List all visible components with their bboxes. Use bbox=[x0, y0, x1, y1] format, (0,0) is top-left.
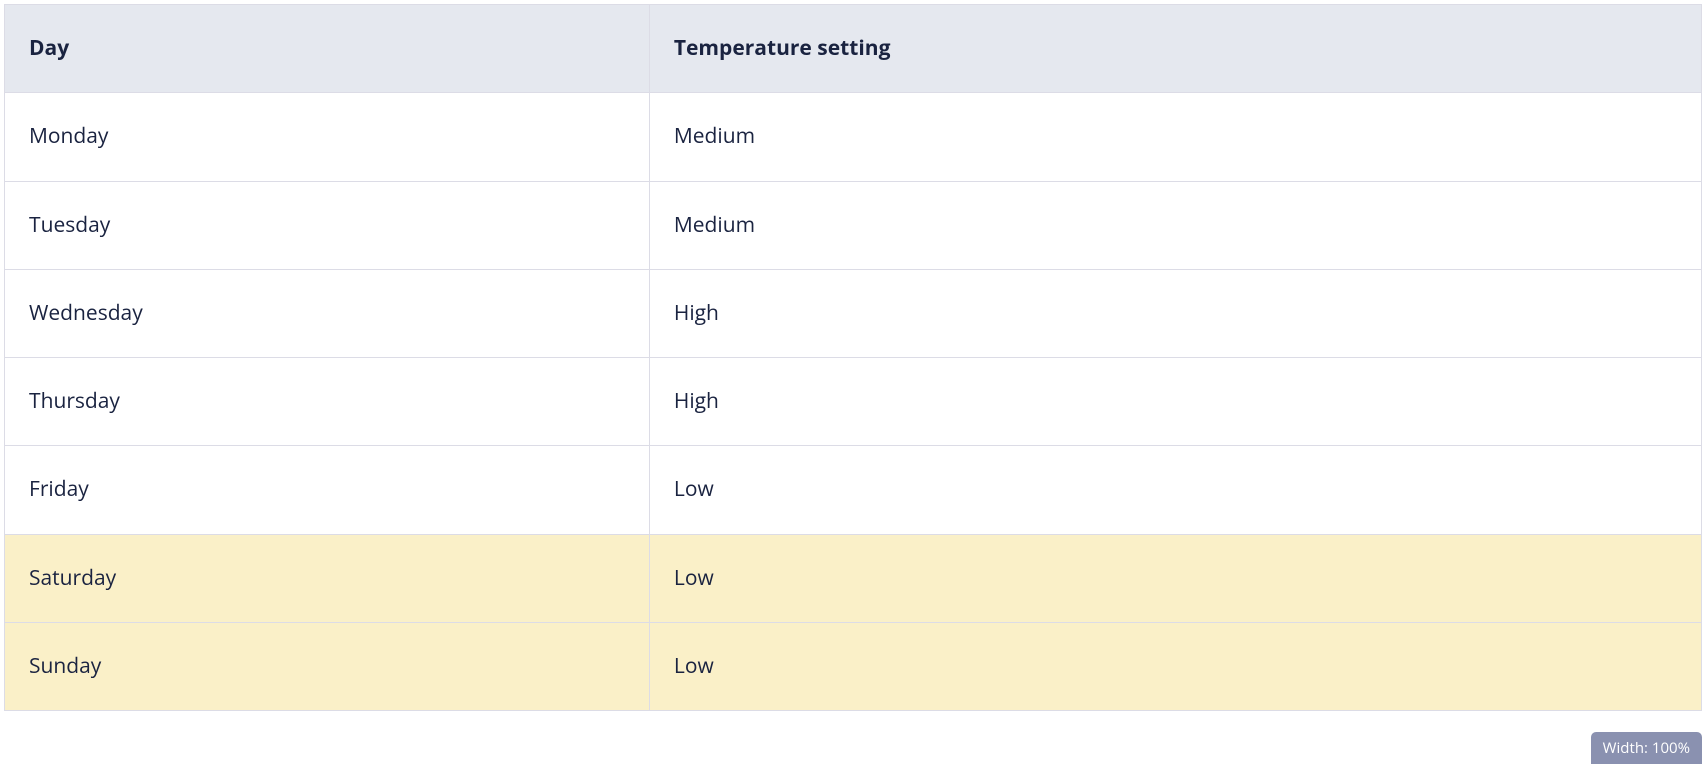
temperature-schedule-table: Day Temperature setting MondayMediumTues… bbox=[4, 4, 1702, 711]
width-badge: Width: 100% bbox=[1591, 732, 1702, 764]
table-row: FridayLow bbox=[5, 446, 1702, 534]
cell-day: Monday bbox=[5, 93, 650, 181]
cell-day: Thursday bbox=[5, 358, 650, 446]
table-header-row: Day Temperature setting bbox=[5, 5, 1702, 93]
table-row: ThursdayHigh bbox=[5, 358, 1702, 446]
cell-setting: Low bbox=[649, 534, 1701, 622]
cell-day: Tuesday bbox=[5, 181, 650, 269]
cell-setting: Medium bbox=[649, 181, 1701, 269]
table-row: SundayLow bbox=[5, 623, 1702, 711]
table-row: WednesdayHigh bbox=[5, 269, 1702, 357]
table-row: MondayMedium bbox=[5, 93, 1702, 181]
cell-setting: Medium bbox=[649, 93, 1701, 181]
cell-setting: High bbox=[649, 269, 1701, 357]
cell-setting: High bbox=[649, 358, 1701, 446]
col-header-day: Day bbox=[5, 5, 650, 93]
cell-day: Sunday bbox=[5, 623, 650, 711]
cell-day: Friday bbox=[5, 446, 650, 534]
table-row: SaturdayLow bbox=[5, 534, 1702, 622]
temperature-schedule-table-wrapper: Day Temperature setting MondayMediumTues… bbox=[4, 4, 1702, 711]
cell-day: Wednesday bbox=[5, 269, 650, 357]
cell-setting: Low bbox=[649, 446, 1701, 534]
cell-setting: Low bbox=[649, 623, 1701, 711]
col-header-setting: Temperature setting bbox=[649, 5, 1701, 93]
cell-day: Saturday bbox=[5, 534, 650, 622]
table-row: TuesdayMedium bbox=[5, 181, 1702, 269]
